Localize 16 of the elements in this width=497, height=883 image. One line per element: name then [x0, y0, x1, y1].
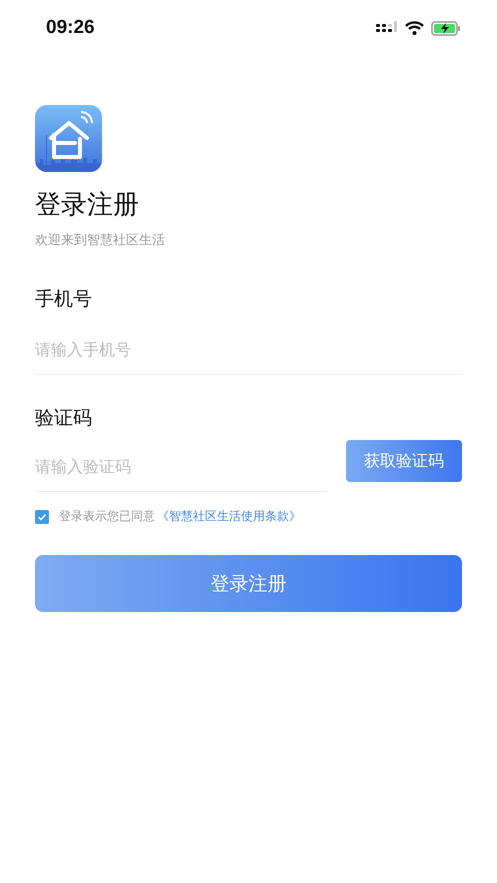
status-time: 09:26 [46, 17, 95, 39]
phone-input-field[interactable]: 请输入手机号 [35, 324, 462, 375]
agreement-text: 登录表示您已同意 [59, 508, 155, 525]
login-register-button[interactable]: 登录注册 [35, 555, 462, 612]
agreement-checkbox[interactable] [35, 510, 49, 524]
welcome-text: 欢迎来到智慧社区生活 [35, 232, 166, 250]
wifi-icon [405, 21, 424, 35]
battery-icon [431, 20, 461, 36]
code-input-field[interactable]: 请输入验证码 [35, 441, 327, 492]
code-label: 验证码 [35, 406, 93, 431]
signal-icon [376, 21, 398, 35]
phone-label: 手机号 [35, 287, 93, 312]
app-logo [35, 105, 102, 172]
get-code-button[interactable]: 获取验证码 [346, 440, 462, 482]
page-title: 登录注册 [35, 189, 140, 222]
terms-link[interactable]: 《智慧社区生活使用条款》 [157, 508, 301, 525]
